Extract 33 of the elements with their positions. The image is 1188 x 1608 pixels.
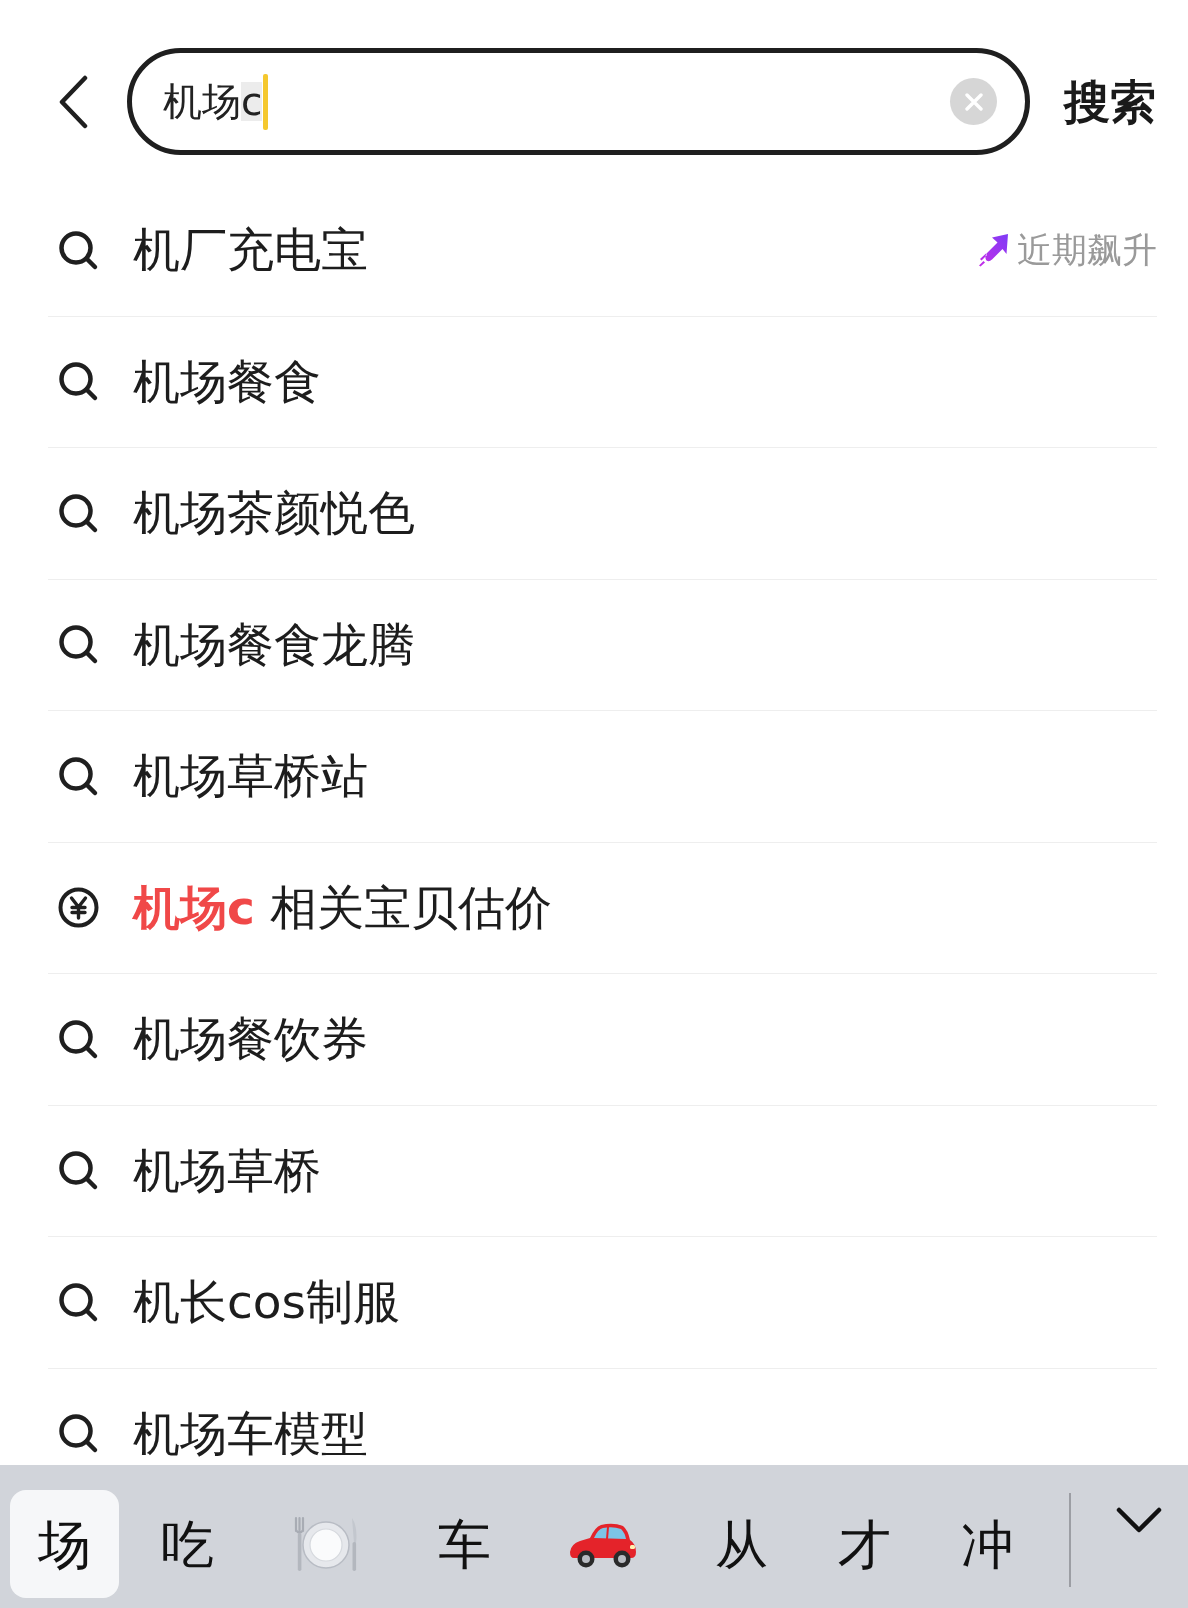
search-icon [58, 492, 99, 534]
candidate-button[interactable]: 场 [10, 1490, 119, 1598]
candidate-button[interactable]: 才 [810, 1490, 919, 1598]
suggestion-text[interactable]: 机场餐食龙腾 [133, 618, 415, 671]
suggestion-text[interactable]: 机场餐饮券 [133, 1013, 368, 1066]
search-icon [58, 1281, 99, 1323]
search-icon [58, 1018, 99, 1060]
suggestion-text[interactable]: 机厂充电宝 [133, 224, 368, 277]
search-icon [58, 1150, 99, 1192]
back-icon [58, 74, 88, 129]
suggestion-text[interactable]: 机场草桥站 [133, 750, 368, 803]
candidate-button[interactable]: 车 [410, 1490, 519, 1598]
suggestion-text[interactable]: 机场车模型 [133, 1407, 368, 1460]
candidate-button[interactable]: 从 [687, 1490, 796, 1598]
search-field[interactable]: 机场c [127, 48, 1030, 155]
search-icon [58, 755, 99, 797]
search-icon [58, 229, 99, 271]
yen-icon [58, 887, 99, 929]
suggestion-text[interactable]: 机场c 相关宝贝估价 [133, 881, 552, 934]
suggestion-text[interactable]: 机场茶颜悦色 [133, 487, 415, 540]
search-icon [58, 1413, 99, 1455]
search-icon [58, 624, 99, 666]
suggestion-text[interactable]: 机场餐食 [133, 355, 321, 408]
candidate-button[interactable]: 冲 [933, 1490, 1042, 1598]
suggestion-text[interactable]: 机场草桥 [133, 1144, 321, 1197]
trend-label: 近期飙升 [1017, 231, 1157, 270]
close-icon [964, 92, 983, 111]
candidate-button[interactable]: 吃 [133, 1490, 242, 1598]
search-icon [58, 361, 99, 403]
chevron-down-icon [1116, 1506, 1162, 1534]
trending-arrow-icon [978, 233, 1009, 268]
suggestion-text[interactable]: 机长cos制服 [133, 1276, 401, 1329]
search-button[interactable]: 搜索 [1064, 78, 1156, 125]
